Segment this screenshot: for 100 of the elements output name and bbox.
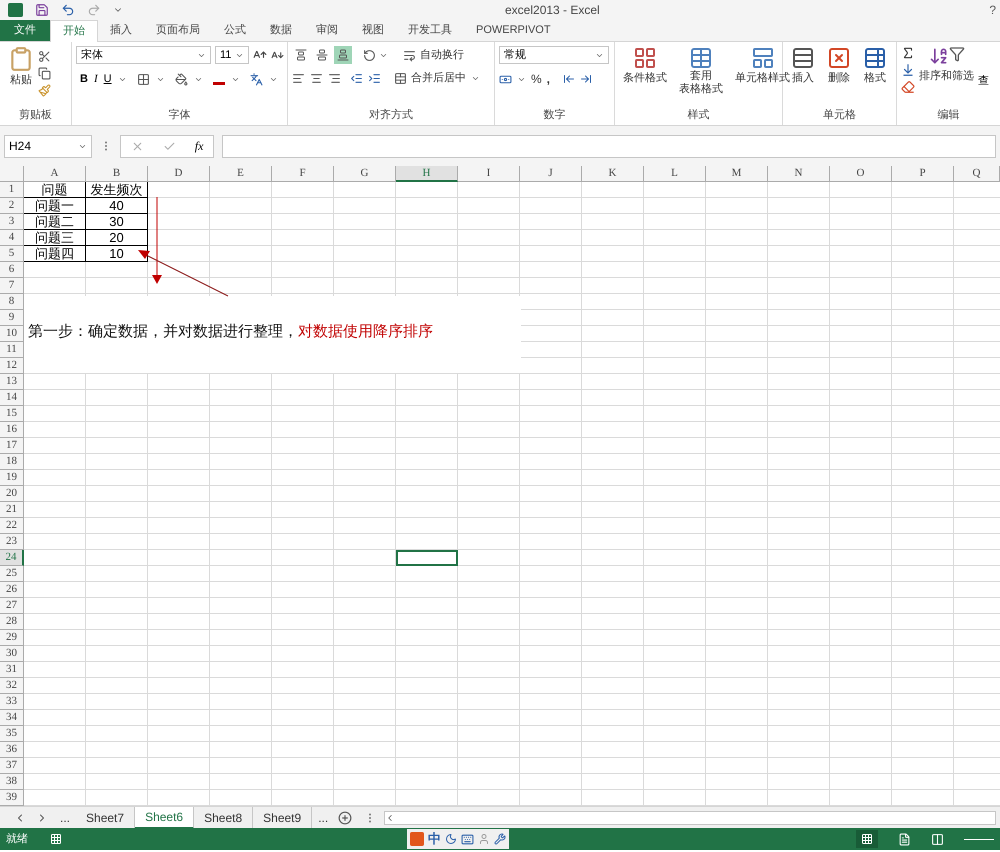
row-header[interactable]: 22	[0, 518, 24, 534]
row-header[interactable]: 13	[0, 374, 24, 390]
row-header[interactable]: 14	[0, 390, 24, 406]
cut-icon[interactable]	[38, 50, 51, 63]
borders-icon[interactable]	[136, 72, 150, 86]
page-layout-view-icon[interactable]	[898, 832, 911, 846]
column-header[interactable]: N	[768, 166, 830, 182]
column-header[interactable]: E	[210, 166, 272, 182]
row-header[interactable]: 15	[0, 406, 24, 422]
row-header[interactable]: 27	[0, 598, 24, 614]
ribbon-tab[interactable]: 视图	[350, 19, 396, 41]
column-header[interactable]: D	[148, 166, 210, 182]
sort-filter-button[interactable]: 排序和筛选	[919, 46, 974, 106]
settings-icon[interactable]	[494, 833, 506, 845]
column-header[interactable]: F	[272, 166, 334, 182]
column-header[interactable]: K	[582, 166, 644, 182]
paste-button[interactable]: 粘贴	[4, 46, 38, 106]
column-header[interactable]: O	[830, 166, 892, 182]
horizontal-scrollbar[interactable]	[384, 810, 996, 824]
ribbon-tab[interactable]: 数据	[258, 19, 304, 41]
column-header[interactable]: H	[396, 166, 458, 182]
number-format-field[interactable]: 常规	[499, 46, 609, 64]
increase-indent-icon[interactable]	[368, 72, 381, 85]
row-header[interactable]: 4	[0, 230, 24, 246]
row-header[interactable]: 3	[0, 214, 24, 230]
ribbon-tab[interactable]: 插入	[98, 19, 144, 41]
align-center-icon[interactable]	[310, 72, 323, 85]
row-header[interactable]: 17	[0, 438, 24, 454]
row-header[interactable]: 31	[0, 662, 24, 678]
bold-button[interactable]: B	[80, 71, 88, 88]
row-header[interactable]: 38	[0, 774, 24, 790]
row-header[interactable]: 2	[0, 198, 24, 214]
vertical-align-button[interactable]	[334, 46, 352, 64]
name-box[interactable]: H24	[4, 134, 92, 158]
column-header[interactable]: G	[334, 166, 396, 182]
row-header[interactable]: 23	[0, 534, 24, 550]
find-button[interactable]: 查	[978, 73, 989, 106]
row-header[interactable]: 28	[0, 614, 24, 630]
help-button[interactable]: ?	[989, 1, 996, 19]
row-header[interactable]: 18	[0, 454, 24, 470]
row-header[interactable]: 9	[0, 310, 24, 326]
decrease-indent-icon[interactable]	[350, 72, 363, 85]
insert-function-button[interactable]: fx	[194, 137, 204, 155]
format-painter-icon[interactable]	[38, 84, 51, 97]
row-header[interactable]: 1	[0, 182, 24, 198]
save-icon[interactable]	[35, 3, 49, 17]
row-header[interactable]: 8	[0, 294, 24, 310]
row-header[interactable]: 37	[0, 758, 24, 774]
delete-button[interactable]: 删除	[823, 46, 855, 106]
row-header[interactable]: 7	[0, 278, 24, 294]
column-header[interactable]: Q	[954, 166, 1000, 182]
row-header[interactable]: 34	[0, 710, 24, 726]
font-size-field[interactable]: 11	[215, 46, 249, 64]
undo-icon[interactable]	[61, 3, 75, 17]
autosum-icon[interactable]	[901, 46, 915, 60]
align-right-icon[interactable]	[328, 72, 341, 85]
phonetic-icon[interactable]	[250, 72, 263, 86]
selected-cell[interactable]	[396, 550, 458, 566]
row-header[interactable]: 20	[0, 486, 24, 502]
comma-button[interactable]: ,	[546, 70, 550, 88]
ribbon-tab[interactable]: 开发工具	[396, 19, 464, 41]
sheet-tab[interactable]: Sheet6	[135, 806, 194, 828]
increase-decimal-icon[interactable]	[563, 73, 576, 85]
ime-mode-button[interactable]: 中	[428, 829, 441, 849]
row-header[interactable]: 5	[0, 246, 24, 262]
format-button[interactable]: 格式	[859, 46, 891, 106]
ribbon-tab[interactable]: POWERPIVOT	[464, 19, 563, 41]
underline-button[interactable]: U	[104, 71, 112, 88]
column-header[interactable]: L	[644, 166, 706, 182]
column-header[interactable]: A	[24, 166, 86, 182]
row-header[interactable]: 26	[0, 582, 24, 598]
row-header[interactable]: 39	[0, 790, 24, 806]
column-header[interactable]: J	[520, 166, 582, 182]
row-header[interactable]: 21	[0, 502, 24, 518]
more-sheets-button[interactable]: ...	[54, 806, 76, 828]
fill-icon[interactable]	[901, 63, 915, 77]
row-header[interactable]: 6	[0, 262, 24, 278]
decrease-decimal-icon[interactable]	[580, 73, 592, 85]
ribbon-tab[interactable]: 审阅	[304, 19, 350, 41]
normal-view-button[interactable]	[856, 830, 878, 848]
ribbon-tab[interactable]: 页面布局	[144, 19, 212, 41]
column-header[interactable]: M	[706, 166, 768, 182]
width-mode-icon[interactable]	[445, 833, 457, 845]
wrap-text-button[interactable]: 自动换行	[403, 46, 464, 64]
column-header[interactable]: B	[86, 166, 148, 182]
row-header[interactable]: 24	[0, 550, 24, 566]
row-header[interactable]: 25	[0, 566, 24, 582]
percent-button[interactable]: %	[531, 70, 542, 88]
copy-icon[interactable]	[38, 67, 51, 80]
formula-input-field[interactable]	[222, 134, 996, 158]
macro-record-icon[interactable]	[50, 833, 62, 845]
italic-button[interactable]: I	[94, 71, 98, 88]
currency-icon[interactable]	[499, 72, 512, 86]
row-header[interactable]: 35	[0, 726, 24, 742]
ribbon-tab[interactable]: 公式	[212, 19, 258, 41]
row-header[interactable]: 19	[0, 470, 24, 486]
row-header[interactable]: 11	[0, 342, 24, 358]
new-sheet-icon[interactable]	[338, 810, 352, 824]
column-header[interactable]: I	[458, 166, 520, 182]
row-header[interactable]: 30	[0, 646, 24, 662]
